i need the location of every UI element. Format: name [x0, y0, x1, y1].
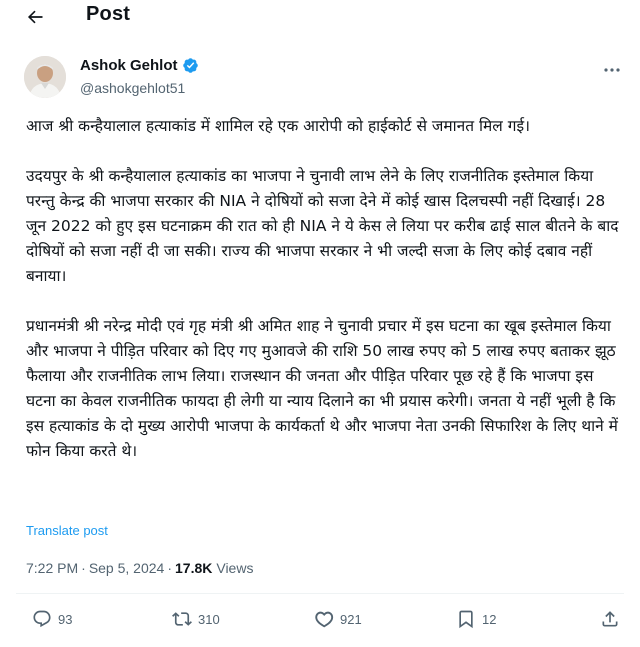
- reply-count: 93: [58, 611, 73, 627]
- bookmark-button[interactable]: 12: [456, 609, 496, 629]
- tweet-paragraph-3: प्रधानमंत्री श्री नरेन्द्र मोदी एवं गृह …: [26, 317, 618, 460]
- like-count: 921: [340, 611, 362, 627]
- more-dots-icon: [604, 68, 620, 72]
- author-name-text: Ashok Gehlot: [80, 57, 178, 74]
- tweet-date[interactable]: Sep 5, 2024: [89, 560, 165, 576]
- views-label: Views: [216, 560, 254, 576]
- bookmark-icon: [459, 610, 473, 629]
- tweet-paragraph-2: उदयपुर के श्री कन्हैयालाल हत्याकांड का भ…: [26, 167, 619, 285]
- tweet-text: आज श्री कन्हैयालाल हत्याकांड में शामिल र…: [26, 114, 626, 464]
- author-name[interactable]: Ashok Gehlot: [80, 57, 199, 74]
- avatar-image: [24, 56, 66, 98]
- heart-icon: [315, 611, 334, 628]
- share-icon: [602, 611, 618, 627]
- reply-icon: [33, 610, 51, 628]
- tweet-time[interactable]: 7:22 PM: [26, 560, 78, 576]
- meta-separator: ·: [81, 560, 86, 576]
- tweet-paragraph-1: आज श्री कन्हैयालाल हत्याकांड में शामिल र…: [26, 117, 530, 135]
- meta-separator: ·: [167, 560, 172, 576]
- repost-count: 310: [198, 611, 220, 627]
- reply-button[interactable]: 93: [32, 609, 72, 629]
- translate-post-link[interactable]: Translate post: [26, 523, 108, 538]
- more-options-button[interactable]: [600, 60, 624, 80]
- page-title: Post: [86, 3, 131, 25]
- bookmark-count: 12: [482, 611, 497, 627]
- action-bar: 93 310 921 12: [32, 609, 622, 635]
- avatar[interactable]: [24, 56, 66, 98]
- repost-icon: [172, 612, 192, 626]
- share-button[interactable]: [600, 609, 626, 629]
- like-button[interactable]: 921: [314, 609, 362, 629]
- author-handle[interactable]: @ashokgehlot51: [80, 80, 185, 96]
- divider: [16, 593, 624, 594]
- back-button[interactable]: [22, 5, 48, 29]
- author-row: Ashok Gehlot @ashokgehlot51: [24, 52, 624, 102]
- back-arrow-icon: [27, 10, 43, 24]
- tweet-metadata: 7:22 PM · Sep 5, 2024 · 17.8K Views: [26, 560, 253, 576]
- repost-button[interactable]: 310: [172, 609, 220, 629]
- verified-badge-icon: [182, 57, 199, 74]
- top-bar: Post: [0, 0, 640, 34]
- views-count: 17.8K: [175, 560, 213, 576]
